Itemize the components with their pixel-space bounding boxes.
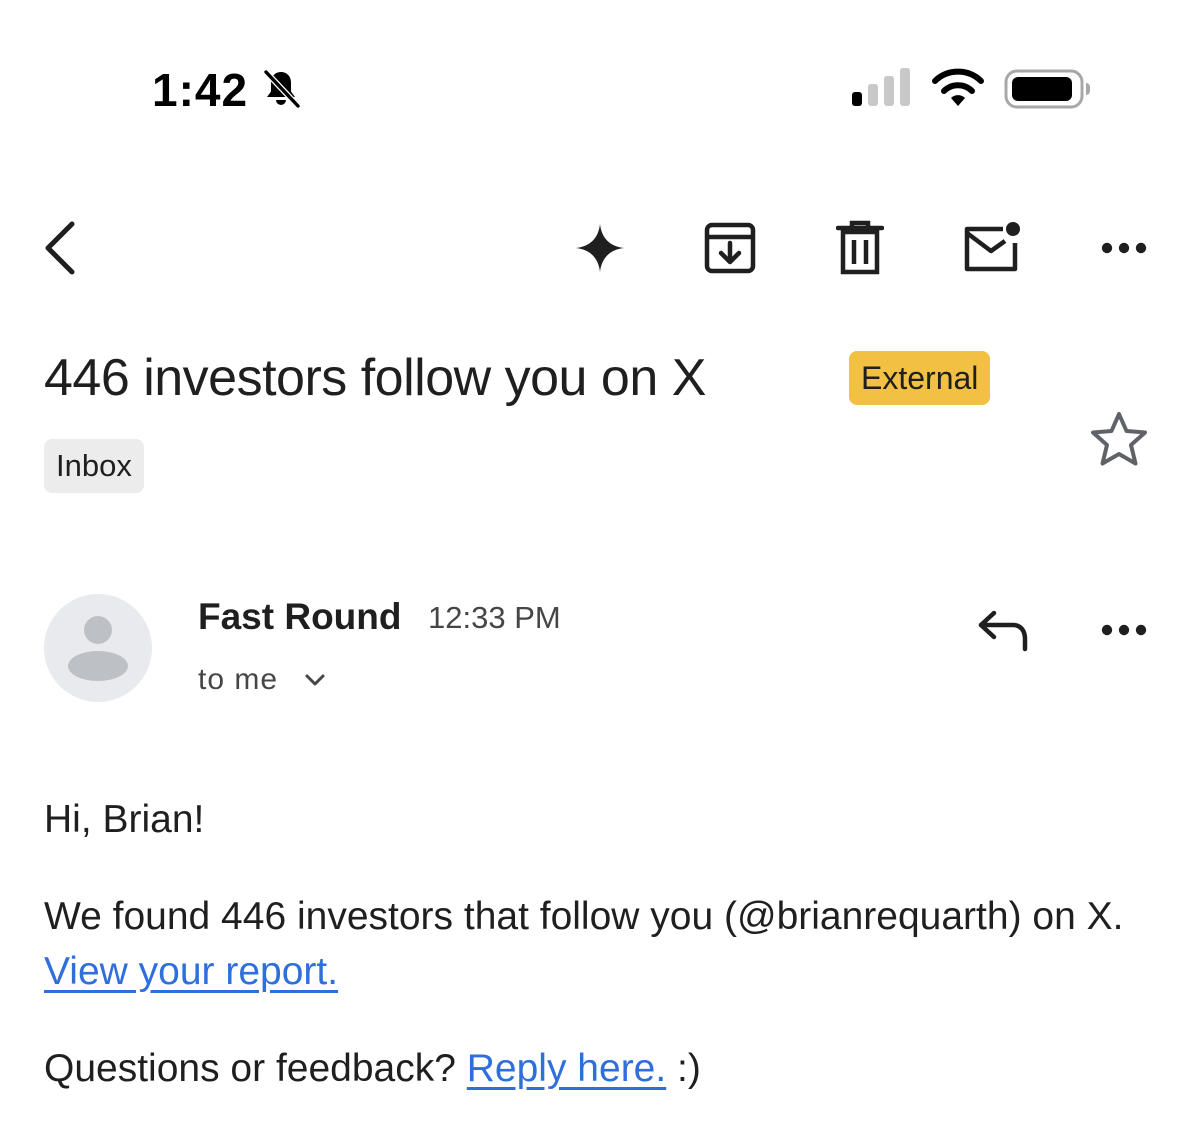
recipients-label: to me — [198, 663, 279, 696]
greeting: Hi, Brian! — [44, 798, 205, 841]
body-paragraph-2-text: Questions or feedback? — [44, 1047, 467, 1090]
body-paragraph-1: We found 446 investors that follow you (… — [44, 889, 1154, 999]
archive-button[interactable] — [690, 200, 770, 296]
reply-icon — [978, 610, 1028, 652]
delete-icon — [836, 220, 884, 275]
star-icon — [1091, 412, 1147, 466]
mark-unread-button[interactable] — [952, 200, 1032, 296]
status-time: 1:42 — [152, 64, 249, 116]
body-paragraph-2-suffix: :) — [666, 1047, 701, 1090]
body-paragraph-2: Questions or feedback? Reply here. :) — [44, 1041, 1154, 1096]
label-chip-inbox[interactable]: Inbox — [44, 439, 144, 493]
external-badge: External — [849, 351, 991, 405]
mark-unread-icon — [964, 222, 1020, 272]
more-horiz-icon — [1101, 624, 1147, 636]
recipients-toggle[interactable]: to me — [198, 658, 328, 702]
email-subject: 446 investors follow you on X — [44, 349, 706, 407]
status-bar: 1:42 — [0, 0, 1200, 180]
battery-icon — [1004, 69, 1090, 109]
back-arrow-icon — [45, 221, 75, 275]
more-options-button[interactable] — [1084, 200, 1164, 296]
back-button[interactable] — [20, 200, 100, 296]
gemini-button[interactable] — [560, 200, 640, 296]
body-paragraph-1-text: We found 446 investors that follow you (… — [44, 895, 1124, 938]
cellular-signal-icon — [852, 68, 910, 106]
wifi-icon — [932, 68, 984, 106]
reply-button[interactable] — [964, 590, 1044, 670]
person-icon — [68, 616, 128, 681]
sender-name: Fast Round — [198, 596, 402, 637]
toolbar — [0, 200, 1200, 296]
sent-time: 12:33 PM — [428, 600, 561, 635]
delete-button[interactable] — [820, 200, 900, 296]
more-vert-icon — [1101, 242, 1147, 254]
gemini-sparkle-icon — [576, 224, 624, 272]
message-more-button[interactable] — [1084, 590, 1164, 670]
bell-off-icon — [263, 69, 301, 109]
star-button[interactable] — [1084, 404, 1154, 474]
view-report-link[interactable]: View your report. — [44, 950, 338, 993]
archive-icon — [704, 222, 756, 274]
email-body: Hi, Brian! We found 446 investors that f… — [44, 792, 1154, 1096]
chevron-down-icon — [305, 674, 325, 686]
reply-here-link[interactable]: Reply here. — [467, 1047, 666, 1090]
avatar[interactable] — [44, 594, 152, 702]
